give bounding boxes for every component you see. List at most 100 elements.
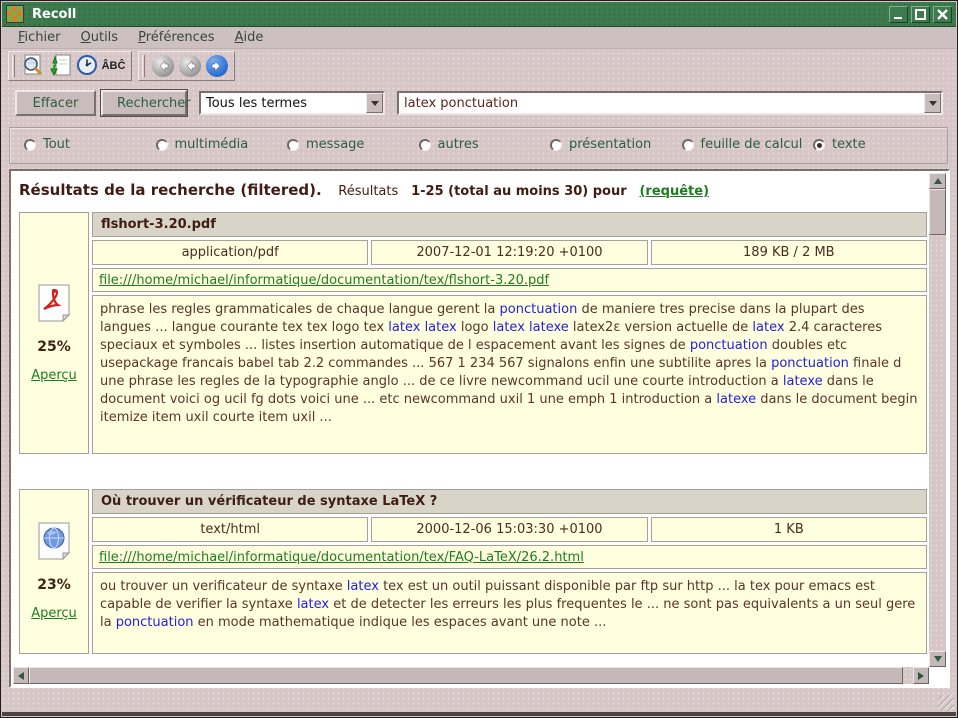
result-date: 2000-12-06 15:03:30 +0100 bbox=[371, 517, 647, 542]
advanced-search-button[interactable] bbox=[19, 53, 46, 79]
horizontal-scroll-thumb[interactable] bbox=[29, 667, 903, 684]
arrow-right-icon bbox=[206, 55, 228, 77]
relevance-percent: 25% bbox=[37, 339, 71, 355]
magnifier-document-icon bbox=[21, 53, 45, 80]
results-title: Résultats de la recherche (filtered). bbox=[19, 181, 322, 199]
result-meta-row: application/pdf 2007-12-01 12:19:20 +010… bbox=[92, 240, 927, 265]
html-document-icon bbox=[37, 522, 71, 564]
result-size: 189 KB / 2 MB bbox=[651, 240, 927, 265]
filter-label: Tout bbox=[43, 137, 70, 152]
toolbar-group-nav bbox=[138, 51, 235, 81]
filter-radio-feuille-de-calcul[interactable]: feuille de calcul bbox=[682, 137, 803, 152]
preview-link[interactable]: Aperçu bbox=[31, 606, 77, 621]
menu-aide[interactable]: Aide bbox=[225, 28, 274, 47]
scroll-down-button[interactable] bbox=[929, 651, 946, 667]
highlighted-term: latex bbox=[752, 320, 784, 335]
snippet-text: latex2ε version actuelle de bbox=[569, 320, 753, 335]
search-mode-value: Tous les termes bbox=[201, 93, 366, 113]
radio-icon[interactable] bbox=[156, 139, 168, 151]
window-title: Recoll bbox=[32, 7, 76, 22]
results-range: 1-25 (total au moins 30) pour bbox=[411, 184, 627, 199]
scroll-right-button[interactable] bbox=[913, 667, 929, 684]
chevron-down-icon[interactable] bbox=[924, 93, 941, 113]
snippet-text: ou trouver un verificateur de syntaxe bbox=[100, 579, 347, 594]
highlighted-term: ponctuation bbox=[771, 356, 849, 371]
results-panel: Résultats de la recherche (filtered). Ré… bbox=[9, 169, 950, 688]
menu-fichier[interactable]: Fichier bbox=[8, 28, 71, 47]
chevron-down-icon[interactable] bbox=[366, 93, 383, 113]
previous-page-button[interactable] bbox=[176, 53, 203, 79]
vertical-scroll-trough[interactable] bbox=[929, 235, 946, 651]
first-page-button[interactable] bbox=[149, 53, 176, 79]
radio-icon[interactable] bbox=[682, 139, 694, 151]
result-url-row: file:///home/michael/informatique/docume… bbox=[92, 268, 927, 292]
query-link[interactable]: (requête) bbox=[639, 184, 709, 199]
result-item: 25% Aperçu flshort-3.20.pdf application/… bbox=[19, 212, 927, 454]
relevance-percent: 23% bbox=[37, 577, 71, 593]
term-explorer-button[interactable]: ÂBĈ bbox=[100, 53, 127, 79]
highlighted-term: latex bbox=[297, 597, 329, 612]
preview-link[interactable]: Aperçu bbox=[31, 368, 77, 383]
clear-button[interactable]: Effacer bbox=[15, 90, 96, 116]
highlighted-term: latex bbox=[493, 320, 525, 335]
window-bottom-edge bbox=[2, 712, 956, 716]
arrow-left-icon bbox=[18, 672, 24, 680]
scroll-left-button[interactable] bbox=[13, 667, 29, 684]
highlighted-term: latex bbox=[425, 320, 457, 335]
filter-radio-tout[interactable]: Tout bbox=[24, 137, 70, 152]
result-url-row: file:///home/michael/informatique/docume… bbox=[92, 545, 927, 569]
sort-parameters-button[interactable] bbox=[46, 53, 73, 79]
toolbar-handle[interactable] bbox=[12, 55, 15, 77]
filter-label: texte bbox=[832, 137, 866, 152]
result-date: 2007-12-01 12:19:20 +0100 bbox=[371, 240, 647, 265]
radio-icon[interactable] bbox=[550, 139, 562, 151]
pdf-document-icon bbox=[37, 284, 71, 326]
result-title: flshort-3.20.pdf bbox=[92, 212, 927, 237]
search-input[interactable] bbox=[399, 93, 924, 113]
minimize-icon bbox=[893, 10, 904, 19]
toolbar: ÂBĈ bbox=[2, 49, 956, 83]
search-mode-select[interactable]: Tous les termes bbox=[199, 91, 385, 115]
search-button[interactable]: Rechercher bbox=[101, 90, 187, 116]
result-url-link[interactable]: file:///home/michael/informatique/docume… bbox=[99, 550, 584, 565]
arrow-left-icon bbox=[179, 55, 201, 77]
radio-icon[interactable] bbox=[419, 139, 431, 151]
search-row: Effacer Rechercher Tous les termes bbox=[1, 89, 957, 117]
results-heading: Résultats de la recherche (filtered). Ré… bbox=[19, 181, 927, 199]
search-entry-frame bbox=[397, 91, 943, 115]
scroll-up-button[interactable] bbox=[929, 173, 946, 189]
toolbar-handle[interactable] bbox=[142, 55, 145, 77]
filter-radio-texte[interactable]: texte bbox=[813, 137, 866, 152]
result-url-link[interactable]: file:///home/michael/informatique/docume… bbox=[99, 273, 549, 288]
radio-icon[interactable] bbox=[287, 139, 299, 151]
resize-grip[interactable] bbox=[938, 695, 954, 711]
snippet-text: en mode mathematique indique les espaces… bbox=[194, 615, 607, 630]
filter-radio-autres[interactable]: autres bbox=[419, 137, 479, 152]
menu-outils[interactable]: Outils bbox=[71, 28, 129, 47]
highlighted-term: latexe bbox=[783, 374, 823, 389]
snippet-text: phrase les regles grammaticales de chaqu… bbox=[100, 302, 500, 317]
filter-radio-multimédia[interactable]: multimédia bbox=[156, 137, 249, 152]
arrow-up-icon bbox=[934, 178, 942, 184]
horizontal-scroll-trough[interactable] bbox=[903, 667, 913, 684]
filter-label: présentation bbox=[569, 137, 651, 152]
result-main: flshort-3.20.pdf application/pdf 2007-12… bbox=[92, 212, 927, 454]
history-button[interactable] bbox=[73, 53, 100, 79]
vertical-scroll-thumb[interactable] bbox=[929, 189, 946, 235]
filter-radio-présentation[interactable]: présentation bbox=[550, 137, 651, 152]
filter-radio-message[interactable]: message bbox=[287, 137, 364, 152]
radio-selected-icon[interactable] bbox=[813, 139, 825, 151]
menu-preferences[interactable]: Préférences bbox=[128, 28, 224, 47]
close-button[interactable] bbox=[933, 6, 952, 23]
next-page-button[interactable] bbox=[203, 53, 230, 79]
minimize-button[interactable] bbox=[889, 6, 908, 23]
titlebar[interactable]: Recoll bbox=[2, 2, 956, 27]
recoll-app-icon bbox=[6, 5, 24, 23]
result-meta-row: text/html 2000-12-06 15:03:30 +0100 1 KB bbox=[92, 517, 927, 542]
menubar: Fichier Outils Préférences Aide bbox=[2, 27, 956, 49]
toolbar-group-main: ÂBĈ bbox=[8, 51, 132, 81]
result-side-panel: 23% Aperçu bbox=[19, 489, 89, 654]
arrow-left-icon bbox=[152, 55, 174, 77]
maximize-button[interactable] bbox=[911, 6, 930, 23]
radio-icon[interactable] bbox=[24, 139, 36, 151]
